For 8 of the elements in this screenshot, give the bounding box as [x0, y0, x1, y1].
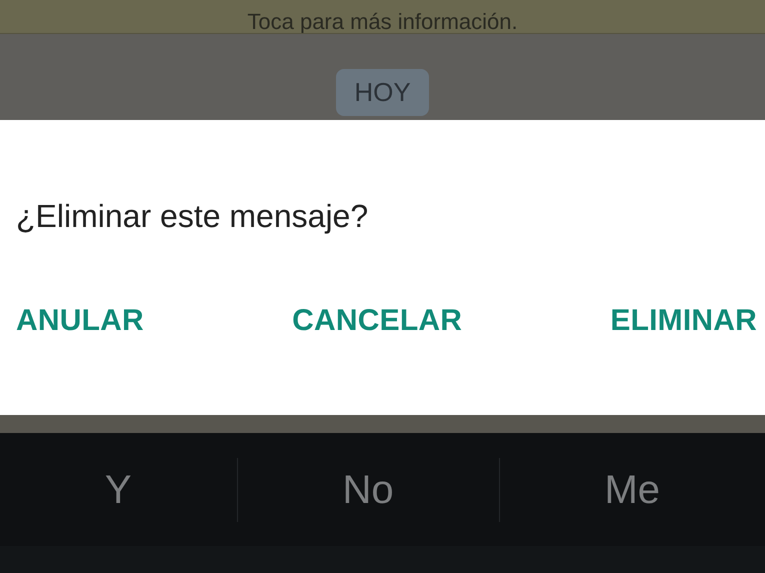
dialog-title: ¿Eliminar este mensaje?: [16, 197, 370, 236]
date-chip: HOY: [336, 69, 429, 116]
dialog-button[interactable]: ANULAR: [16, 298, 144, 343]
dialog-button[interactable]: CANCELAR: [292, 298, 462, 343]
word-suggestion[interactable]: Me: [604, 460, 660, 520]
dialog-button[interactable]: ELIMINAR: [610, 298, 757, 343]
word-suggestion[interactable]: No: [342, 460, 394, 520]
word-suggestion[interactable]: Y: [104, 460, 132, 520]
